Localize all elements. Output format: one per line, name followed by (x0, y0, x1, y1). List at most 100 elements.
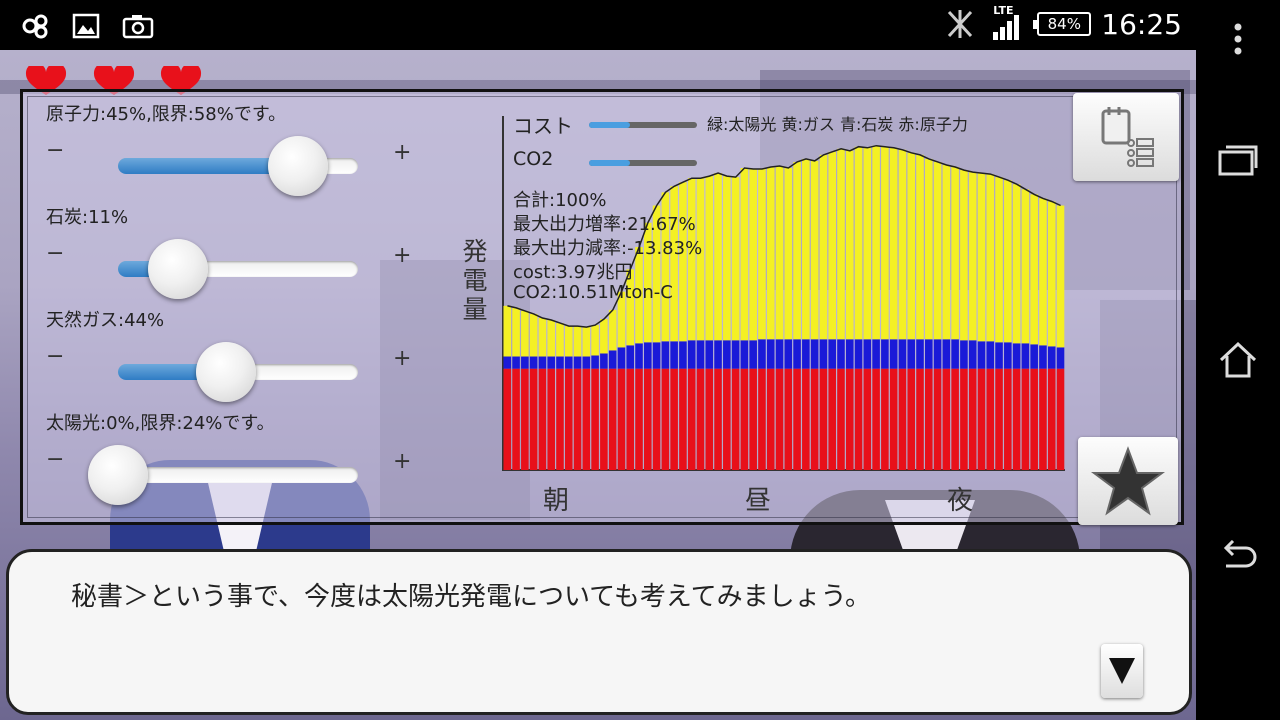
favorite-button[interactable] (1078, 437, 1178, 525)
co2-meter (589, 160, 697, 166)
bar-石炭-50 (942, 339, 951, 369)
bar-原子力-57 (1004, 368, 1012, 470)
bar-天然ガス-11 (600, 319, 608, 354)
bar-石炭-34 (802, 339, 810, 369)
generation-chart-svg (502, 116, 1065, 471)
bar-原子力-16 (644, 368, 652, 470)
bar-天然ガス-2 (521, 310, 529, 357)
bar-石炭-4 (538, 356, 547, 369)
bar-石炭-11 (600, 353, 608, 369)
gas-slider[interactable] (118, 342, 358, 402)
bar-石炭-54 (977, 341, 986, 369)
bar-原子力-41 (863, 368, 872, 470)
bar-天然ガス-9 (582, 327, 591, 357)
stat-max-decrease: 最大出力減率:-13.83% (513, 238, 703, 259)
bar-石炭-27 (740, 340, 749, 369)
next-button[interactable] (1101, 644, 1143, 698)
bar-天然ガス-23 (705, 176, 714, 341)
solar-label: 太陽光:0%,限界:24%です。 (46, 413, 275, 434)
bar-天然ガス-48 (925, 158, 933, 340)
bar-石炭-58 (1012, 343, 1021, 369)
nuclear-plus-button[interactable]: + (393, 140, 411, 165)
bar-原子力-7 (564, 368, 573, 470)
back-icon (1223, 540, 1257, 568)
bar-原子力-39 (845, 368, 854, 470)
bar-原子力-30 (766, 368, 775, 470)
coal-slider-knob[interactable] (148, 239, 208, 299)
bar-原子力-28 (749, 368, 757, 470)
coal-slider[interactable] (118, 239, 358, 299)
bar-石炭-46 (907, 339, 916, 369)
bar-天然ガス-31 (775, 166, 784, 340)
bar-石炭-53 (968, 340, 977, 369)
solar-minus-button[interactable]: − (46, 447, 64, 472)
nuclear-minus-button[interactable]: − (46, 138, 64, 163)
solar-slider-block: 太陽光:0%,限界:24%です。 − + (43, 409, 423, 505)
bar-天然ガス-49 (933, 161, 942, 340)
bar-石炭-57 (1004, 342, 1012, 369)
bar-天然ガス-4 (538, 318, 547, 357)
bar-天然ガス-57 (1004, 180, 1012, 343)
memo-list-button[interactable] (1073, 93, 1179, 181)
bar-石炭-51 (951, 339, 959, 369)
vibrate-off-icon (948, 10, 973, 38)
gas-slider-knob[interactable] (196, 342, 256, 402)
bar-天然ガス-32 (784, 168, 793, 340)
bar-天然ガス-29 (758, 169, 766, 340)
bar-天然ガス-12 (608, 309, 617, 351)
nuclear-slider-block: 原子力:45%,限界:58%です。 − + (43, 100, 423, 196)
solar-slider[interactable] (88, 445, 358, 505)
coal-slider-block: 石炭:11% − + (43, 203, 423, 299)
bar-原子力-33 (793, 368, 801, 470)
bar-原子力-14 (626, 368, 635, 470)
bar-石炭-16 (644, 342, 652, 369)
bar-天然ガス-6 (556, 323, 564, 357)
bar-石炭-63 (1056, 347, 1065, 369)
battery-icon: 84% (1033, 12, 1092, 36)
solar-slider-knob[interactable] (88, 445, 148, 505)
power-mix-panel: 原子力:45%,限界:58%です。 − + 石炭:11% − + 天然ガス:44… (20, 89, 1184, 525)
bar-原子力-23 (705, 368, 714, 470)
bar-石炭-0 (503, 356, 512, 369)
bar-石炭-35 (810, 339, 819, 369)
bar-原子力-62 (1047, 368, 1056, 470)
camera-icon (122, 15, 154, 39)
bar-石炭-8 (573, 356, 582, 369)
bar-天然ガス-52 (960, 170, 968, 341)
bar-原子力-12 (608, 368, 617, 470)
coal-label: 石炭:11% (46, 207, 129, 228)
nuclear-slider[interactable] (118, 136, 358, 196)
bar-原子力-54 (977, 368, 986, 470)
bar-原子力-9 (582, 368, 591, 470)
coal-plus-button[interactable]: + (393, 243, 411, 268)
bar-石炭-41 (863, 339, 872, 369)
nuclear-slider-knob[interactable] (268, 136, 328, 196)
coal-minus-button[interactable]: − (46, 241, 64, 266)
solar-plus-button[interactable]: + (393, 449, 411, 474)
bar-天然ガス-3 (529, 313, 538, 357)
bar-石炭-43 (881, 339, 889, 369)
bar-石炭-25 (723, 340, 731, 369)
bar-石炭-17 (652, 342, 661, 369)
bar-石炭-1 (512, 356, 520, 369)
bar-石炭-60 (1030, 344, 1038, 369)
recents-button[interactable] (1196, 144, 1280, 176)
bar-石炭-26 (731, 340, 740, 369)
dialogue-box[interactable]: 秘書＞という事で、今度は太陽光発電についても考えてみましょう。 (6, 549, 1192, 715)
bar-天然ガス-33 (793, 161, 801, 340)
home-button[interactable] (1196, 340, 1280, 380)
gas-plus-button[interactable]: + (393, 346, 411, 371)
bar-原子力-0 (503, 368, 512, 470)
bar-石炭-28 (749, 340, 757, 369)
bar-石炭-23 (705, 340, 714, 369)
bar-天然ガス-7 (564, 326, 573, 357)
color-legend: 緑:太陽光 黄:ガス 青:石炭 赤:原子力 (707, 115, 968, 134)
bar-石炭-59 (1021, 343, 1030, 369)
bar-原子力-22 (696, 368, 705, 470)
bar-原子力-38 (837, 368, 845, 470)
gas-minus-button[interactable]: − (46, 344, 64, 369)
nuclear-label: 原子力:45%,限界:58%です。 (46, 104, 287, 125)
back-button[interactable] (1196, 540, 1280, 574)
overflow-menu-button[interactable] (1196, 22, 1280, 56)
bar-石炭-62 (1047, 346, 1056, 369)
